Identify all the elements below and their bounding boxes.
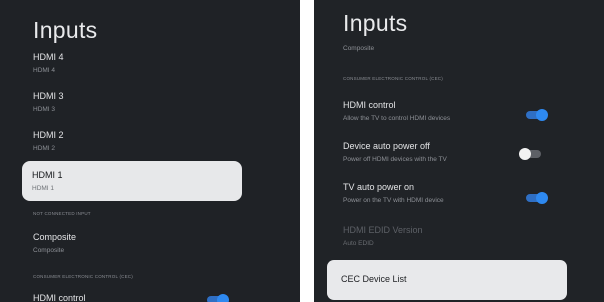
- hdmi-edid-version-item[interactable]: HDMI EDID Version Auto EDID: [343, 225, 423, 248]
- setting-label: Device auto power off: [343, 141, 430, 151]
- input-sublabel: HDMI 1: [32, 185, 55, 192]
- setting-label: TV auto power on: [343, 182, 415, 192]
- input-item-text: HDMI 1 HDMI 1: [32, 170, 63, 193]
- input-item-hdmi-4[interactable]: HDMI 4 HDMI 4: [33, 52, 64, 75]
- toggle-knob: [217, 294, 229, 302]
- toggle-knob: [536, 109, 548, 121]
- setting-description: Power on the TV with HDMI device: [343, 197, 444, 204]
- input-sublabel: Composite: [33, 247, 65, 254]
- section-header-cec: CONSUMER ELECTRONIC CONTROL (CEC): [33, 274, 133, 279]
- hdmi-control-toggle[interactable]: [207, 294, 229, 302]
- input-item-hdmi-1[interactable]: HDMI 1 HDMI 1: [22, 161, 242, 201]
- setting-label: HDMI control: [343, 100, 396, 110]
- input-sublabel: HDMI 3: [33, 106, 56, 113]
- input-item-composite[interactable]: Composite Composite: [33, 232, 76, 255]
- input-sublabel: HDMI 4: [33, 67, 56, 74]
- tv-auto-power-on-item[interactable]: TV auto power on Power on the TV with HD…: [343, 182, 444, 205]
- setting-description: Auto EDID: [343, 240, 374, 247]
- toggle-knob: [536, 192, 548, 204]
- input-label: HDMI 3: [33, 91, 64, 101]
- hdmi-control-item[interactable]: HDMI control Allow the TV to control HDM…: [343, 100, 450, 123]
- setting-label: HDMI control: [33, 293, 86, 302]
- tv-auto-power-on-toggle[interactable]: [526, 192, 548, 204]
- device-auto-power-off-toggle[interactable]: [519, 148, 541, 160]
- input-label: HDMI 4: [33, 52, 64, 62]
- input-label: HDMI 1: [32, 170, 63, 180]
- section-header-not-connected: NOT CONNECTED INPUT: [33, 211, 91, 216]
- inputs-panel-right: Inputs Composite CONSUMER ELECTRONIC CON…: [314, 0, 604, 302]
- input-sublabel: Composite: [343, 45, 375, 52]
- page-title: Inputs: [343, 10, 408, 36]
- page-title: Inputs: [33, 17, 98, 43]
- section-header-cec: CONSUMER ELECTRONIC CONTROL (CEC): [343, 76, 443, 81]
- device-auto-power-off-item[interactable]: Device auto power off Power off HDMI dev…: [343, 141, 447, 164]
- setting-description: Power off HDMI devices with the TV: [343, 156, 447, 163]
- composite-item[interactable]: Composite: [343, 44, 374, 53]
- input-item-hdmi-2[interactable]: HDMI 2 HDMI 2: [33, 130, 64, 153]
- button-label: CEC Device List: [341, 274, 407, 284]
- hdmi-control-toggle[interactable]: [526, 109, 548, 121]
- toggle-knob: [519, 148, 531, 160]
- input-label: HDMI 2: [33, 130, 64, 140]
- setting-label: HDMI EDID Version: [343, 225, 423, 235]
- cec-device-list-button[interactable]: CEC Device List: [327, 260, 567, 300]
- input-label: Composite: [33, 232, 77, 242]
- hdmi-control-item[interactable]: HDMI control: [33, 293, 86, 302]
- setting-description: Allow the TV to control HDMI devices: [343, 115, 451, 122]
- input-sublabel: HDMI 2: [33, 145, 56, 152]
- inputs-panel-left: Inputs HDMI 4 HDMI 4 HDMI 3 HDMI 3 HDMI …: [0, 0, 300, 302]
- input-item-hdmi-3[interactable]: HDMI 3 HDMI 3: [33, 91, 64, 114]
